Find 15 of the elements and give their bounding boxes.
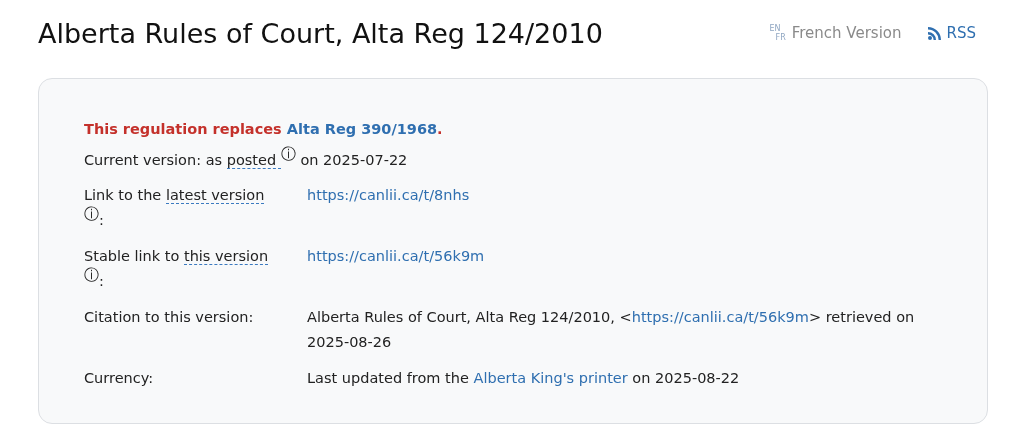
link[interactable]: https://canlii.ca/t/56k9m [631, 309, 809, 325]
link[interactable]: https://canlii.ca/t/8nhs [307, 187, 470, 203]
field-value: Alberta Rules of Court, Alta Reg 124/2010, <https://canlii.ca/t/56k9m> retrieved on 2025-08-26 [307, 308, 916, 352]
page-title: Alberta Rules of Court, Alta Reg 124/2010 [38, 17, 603, 49]
link[interactable]: Alberta King's printer [473, 370, 628, 386]
link[interactable]: Alta Reg 390/1968 [286, 121, 438, 137]
field-label: Citation to this version: [84, 308, 255, 327]
rss-link[interactable]: RSS [946, 24, 976, 42]
rss-icon [927, 26, 941, 40]
link[interactable]: https://canlii.ca/t/56k9m [307, 248, 485, 264]
field-value: Last updated from the Alberta King's printer on 2025-08-22 [307, 369, 741, 388]
field-label: Currency: [84, 369, 155, 388]
language-code-label: EN FR [769, 24, 786, 42]
notice-text: This regulation replaces Alta Reg 390/1968. [84, 120, 444, 139]
french-version-link[interactable]: French Version [791, 24, 902, 42]
